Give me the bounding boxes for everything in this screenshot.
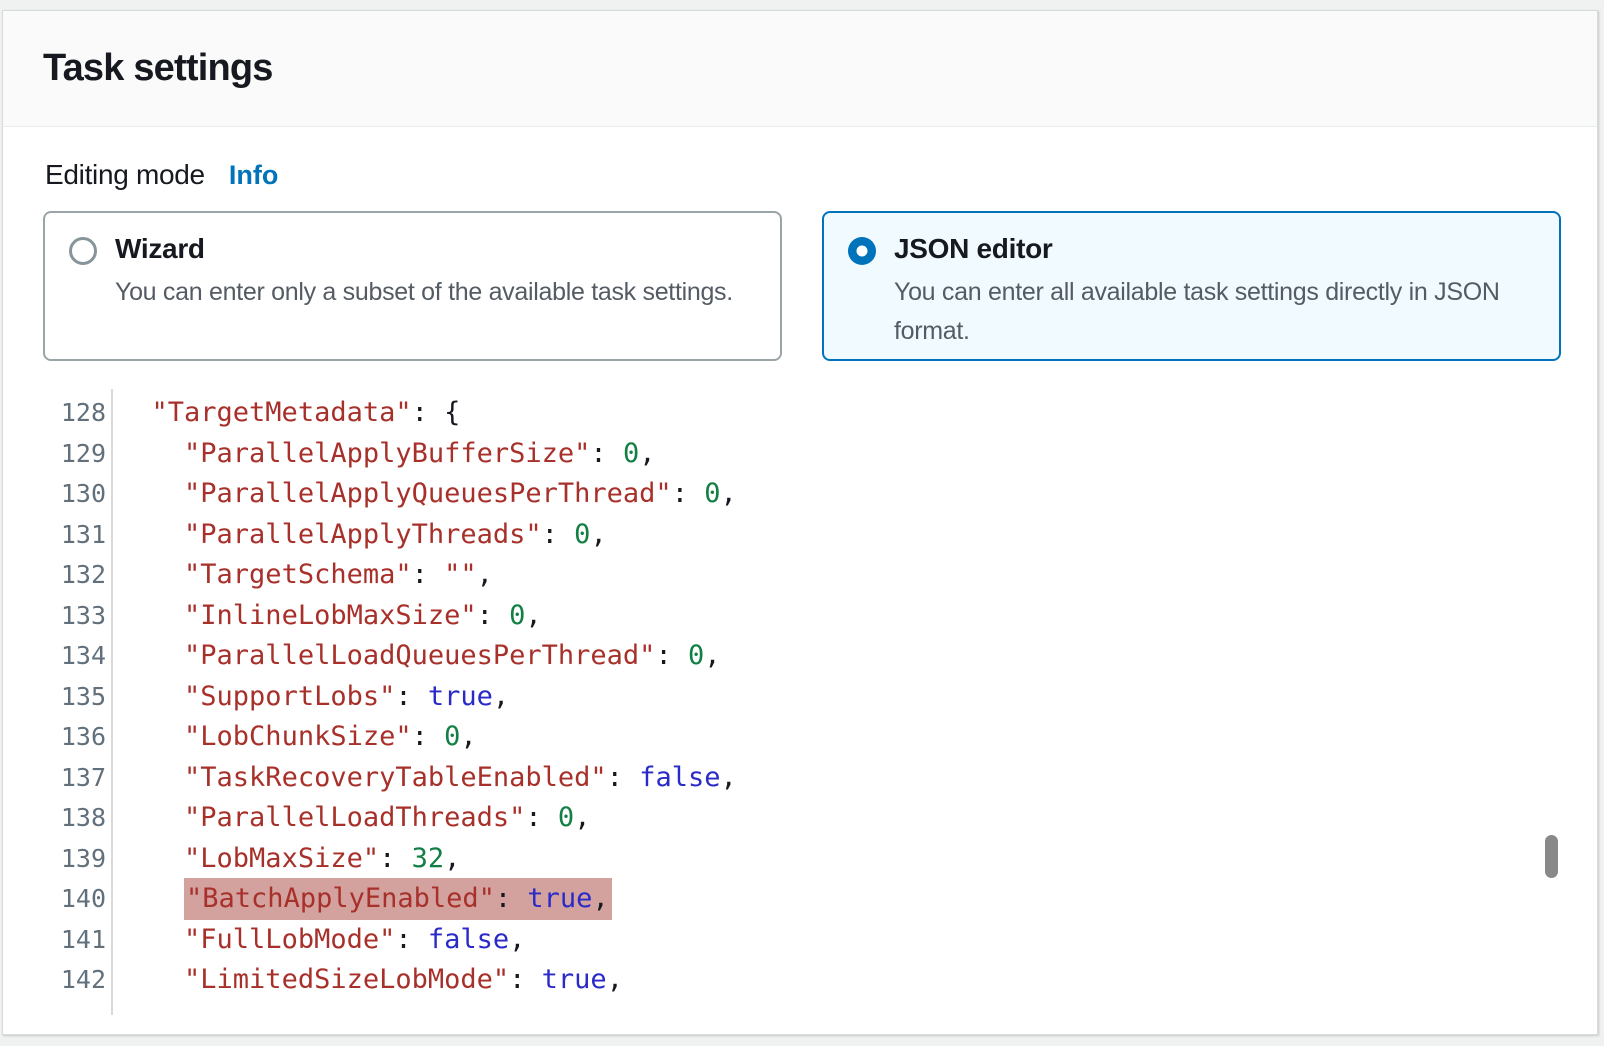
code-line-129[interactable]: 129 "ParallelApplyBufferSize": 0, <box>43 434 1561 475</box>
line-number: 130 <box>43 474 106 515</box>
code-line-142[interactable]: 142 "LimitedSizeLobMode": true, <box>43 960 1561 1001</box>
code-line-132[interactable]: 132 "TargetSchema": "", <box>43 555 1561 596</box>
code-line-131[interactable]: 131 "ParallelApplyThreads": 0, <box>43 515 1561 556</box>
tile-wizard-text: Wizard You can enter only a subset of th… <box>115 233 733 312</box>
panel-body: Editing mode Info Wizard You can enter o… <box>3 127 1597 1015</box>
json-editor-radio[interactable] <box>848 237 876 265</box>
line-number: 133 <box>43 596 106 637</box>
line-number: 132 <box>43 555 106 596</box>
tile-json-editor-description: You can enter all available task setting… <box>894 273 1500 351</box>
line-number: 140 <box>43 879 106 920</box>
code-line-138[interactable]: 138 "ParallelLoadThreads": 0, <box>43 798 1561 839</box>
code-line-130[interactable]: 130 "ParallelApplyQueuesPerThread": 0, <box>43 474 1561 515</box>
code-line-137[interactable]: 137 "TaskRecoveryTableEnabled": false, <box>43 758 1561 799</box>
tile-json-editor-label: JSON editor <box>894 233 1500 265</box>
code-text[interactable]: "TargetSchema": "", <box>106 555 493 596</box>
code-text[interactable]: "TargetMetadata": { <box>106 393 460 434</box>
info-link[interactable]: Info <box>229 160 278 191</box>
line-number: 136 <box>43 717 106 758</box>
code-text[interactable]: "ParallelApplyBufferSize": 0, <box>106 434 655 475</box>
code-text[interactable]: "ParallelApplyThreads": 0, <box>106 515 607 556</box>
code-line-128[interactable]: 128 "TargetMetadata": { <box>43 393 1561 434</box>
code-text[interactable]: "SupportLobs": true, <box>106 677 509 718</box>
panel-title: Task settings <box>43 44 1557 92</box>
tile-wizard-label: Wizard <box>115 233 733 265</box>
code-text[interactable]: "InlineLobMaxSize": 0, <box>106 596 542 637</box>
code-text[interactable]: "LimitedSizeLobMode": true, <box>106 960 623 1001</box>
code-text[interactable]: "ParallelApplyQueuesPerThread": 0, <box>106 474 737 515</box>
code-text[interactable]: "FullLobMode": false, <box>106 920 525 961</box>
code-line-139[interactable]: 139 "LobMaxSize": 32, <box>43 839 1561 880</box>
code-line-133[interactable]: 133 "InlineLobMaxSize": 0, <box>43 596 1561 637</box>
editing-mode-label: Editing mode <box>45 159 205 191</box>
code-line-141[interactable]: 141 "FullLobMode": false, <box>43 920 1561 961</box>
json-code-editor[interactable]: 128 "TargetMetadata": {129 "ParallelAppl… <box>43 389 1561 1015</box>
code-line-135[interactable]: 135 "SupportLobs": true, <box>43 677 1561 718</box>
editing-mode-tiles: Wizard You can enter only a subset of th… <box>43 211 1561 361</box>
line-number: 128 <box>43 393 106 434</box>
task-settings-panel: Task settings Editing mode Info Wizard Y… <box>2 10 1598 1035</box>
line-number: 142 <box>43 960 106 1001</box>
line-number: 131 <box>43 515 106 556</box>
code-line-136[interactable]: 136 "LobChunkSize": 0, <box>43 717 1561 758</box>
wizard-radio[interactable] <box>69 237 97 265</box>
tile-wizard-description: You can enter only a subset of the avail… <box>115 273 733 312</box>
tile-json-editor[interactable]: JSON editor You can enter all available … <box>822 211 1561 361</box>
line-number: 135 <box>43 677 106 718</box>
line-number: 141 <box>43 920 106 961</box>
scrollbar-thumb[interactable] <box>1545 835 1558 878</box>
line-number: 137 <box>43 758 106 799</box>
line-number: 138 <box>43 798 106 839</box>
code-text[interactable]: "ParallelLoadQueuesPerThread": 0, <box>106 636 720 677</box>
editing-mode-row: Editing mode Info <box>45 159 1561 191</box>
tile-wizard[interactable]: Wizard You can enter only a subset of th… <box>43 211 782 361</box>
tile-json-editor-text: JSON editor You can enter all available … <box>894 233 1500 351</box>
code-line-140[interactable]: 140 "BatchApplyEnabled": true, <box>43 879 1561 920</box>
line-number: 139 <box>43 839 106 880</box>
code-text[interactable]: "ParallelLoadThreads": 0, <box>106 798 590 839</box>
highlighted-token: "BatchApplyEnabled": true, <box>184 878 612 920</box>
line-number: 134 <box>43 636 106 677</box>
panel-header: Task settings <box>3 11 1597 127</box>
code-text[interactable]: "LobMaxSize": 32, <box>106 839 460 880</box>
code-text[interactable]: "LobChunkSize": 0, <box>106 717 477 758</box>
code-text[interactable]: "TaskRecoveryTableEnabled": false, <box>106 758 737 799</box>
line-number: 129 <box>43 434 106 475</box>
code-line-134[interactable]: 134 "ParallelLoadQueuesPerThread": 0, <box>43 636 1561 677</box>
code-text[interactable]: "BatchApplyEnabled": true, <box>106 879 612 920</box>
